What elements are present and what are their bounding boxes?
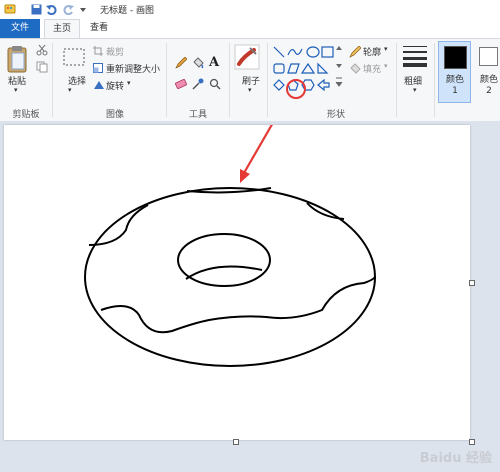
size-icon[interactable] (403, 45, 427, 70)
select-dropdown-icon[interactable]: ▾ (68, 86, 72, 94)
fill-bucket-icon[interactable] (192, 57, 204, 72)
window-title: 无标题 - 画图 (100, 6, 154, 16)
customize-toolbar-icon[interactable] (78, 2, 88, 16)
crop-icon[interactable] (93, 46, 103, 59)
donut-drawing (84, 125, 376, 367)
watermark: Baidu 经验 (419, 451, 492, 466)
save-icon[interactable] (30, 2, 42, 16)
color2-label: 颜色 2 (479, 75, 498, 96)
text-tool-icon[interactable]: A (209, 55, 219, 70)
color-picker-icon[interactable] (192, 78, 204, 93)
image-group-label: 图像 (105, 110, 124, 120)
drawing-canvas[interactable] (4, 125, 470, 440)
cut-icon[interactable] (36, 44, 48, 59)
divider (52, 43, 53, 117)
redo-icon[interactable] (62, 2, 74, 16)
rotate-button[interactable]: 旋转 (106, 79, 124, 92)
brushes-dropdown-icon[interactable]: ▾ (248, 86, 252, 94)
tools-group-label: 工具 (188, 110, 207, 120)
pencil-icon[interactable] (175, 56, 188, 72)
paint-app-icon[interactable] (3, 2, 17, 16)
rotate-icon[interactable] (93, 80, 105, 93)
crop-button[interactable]: 裁剪 (106, 45, 124, 58)
divider (434, 43, 435, 117)
divider (166, 43, 167, 117)
undo-icon[interactable] (46, 2, 58, 16)
paste-icon[interactable] (6, 45, 28, 76)
ribbon-tabs: 文件 主页 查看 (0, 19, 500, 38)
tab-file[interactable]: 文件 (0, 19, 40, 38)
divider (229, 43, 230, 117)
clipboard-group-label: 剪贴板 (12, 110, 40, 120)
rotate-dropdown-icon[interactable]: ▾ (127, 79, 131, 87)
resize-icon[interactable] (93, 63, 103, 76)
title-bar: 无标题 - 画图 (0, 0, 500, 20)
resize-handle-bottom[interactable] (233, 439, 239, 445)
shapes-scroll-icon[interactable] (335, 44, 343, 99)
ribbon: 粘贴 ▾ 剪贴板 选择 ▾ 裁剪 重新调整大小 旋转 ▾ 图像 A 工具 刷子 … (0, 38, 500, 122)
select-icon[interactable] (62, 47, 86, 72)
resize-button[interactable]: 重新调整大小 (106, 62, 160, 75)
color2-swatch (479, 47, 498, 66)
eraser-icon[interactable] (175, 78, 187, 92)
color1-swatch (444, 46, 467, 69)
outline-icon[interactable] (349, 45, 362, 61)
color1-label: 颜色 1 (445, 75, 464, 96)
magnifier-icon[interactable] (209, 78, 221, 93)
shapes-group-label: 形状 (326, 110, 345, 120)
outline-button[interactable]: 轮廓 (363, 45, 381, 58)
outline-dropdown-icon[interactable]: ▾ (384, 45, 388, 53)
divider (267, 43, 268, 117)
brush-icon[interactable] (234, 44, 260, 73)
paste-dropdown-icon[interactable]: ▾ (14, 86, 18, 94)
annotation-arrow (240, 125, 273, 183)
fill-button[interactable]: 填充 (363, 62, 381, 75)
tab-view[interactable]: 查看 (84, 19, 114, 38)
fill-icon[interactable] (349, 63, 361, 78)
tab-home[interactable]: 主页 (44, 19, 80, 38)
annotation-highlight-circle (285, 78, 307, 103)
size-dropdown-icon[interactable]: ▾ (413, 86, 417, 94)
canvas-workspace: Baidu 经验 (0, 121, 500, 472)
resize-handle-right[interactable] (469, 280, 475, 286)
fill-dropdown-icon[interactable]: ▾ (384, 62, 388, 70)
resize-handle-corner[interactable] (469, 439, 475, 445)
divider (396, 43, 397, 117)
copy-icon[interactable] (36, 61, 48, 76)
